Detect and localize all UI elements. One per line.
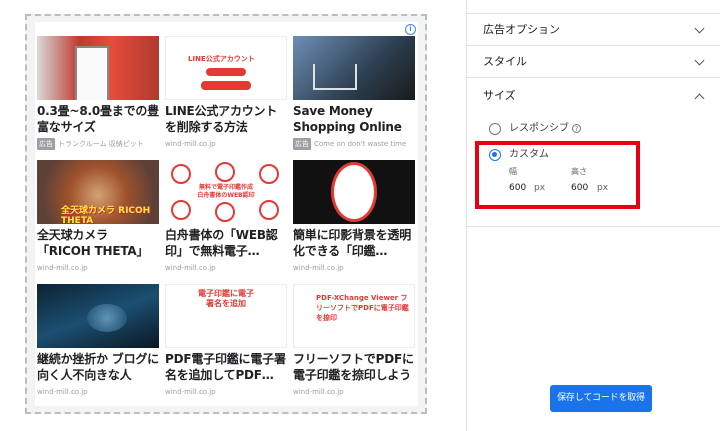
section-style[interactable]: スタイル: [467, 46, 720, 78]
card-thumbnail: LINE公式アカウント: [165, 36, 287, 100]
seal-icon: [259, 164, 279, 184]
ad-frame: i 0.3畳~8.0畳までの豊富なサイズ 広告 トランクルーム 収納ピット LIN…: [25, 14, 427, 414]
card-source: wind-mill.co.jp: [165, 140, 216, 148]
chevron-up-icon[interactable]: [694, 93, 705, 104]
help-icon[interactable]: ?: [572, 124, 581, 133]
ad-badge: 広告: [293, 138, 311, 150]
ad-card[interactable]: 無料で電子印鑑作成 白舟書体のWEB認印 白舟書体の「WEB認印」で無料電子… …: [165, 160, 287, 274]
thumb-decoration: [201, 81, 251, 90]
section-ad-options[interactable]: 広告オプション: [467, 14, 720, 46]
ad-card[interactable]: 継続か挫折か ブログに向く人不向きな人 wind-mill.co.jp: [37, 284, 159, 398]
card-title: 0.3畳~8.0畳までの豊富なサイズ: [37, 104, 159, 134]
highlight-box: [475, 141, 640, 209]
card-title: PDF電子印鑑に電子署名を追加してPDF…: [165, 352, 286, 382]
seal-icon: [215, 202, 235, 222]
card-title: 白舟書体の「WEB認印」で無料電子…: [165, 228, 278, 258]
radio-responsive[interactable]: [489, 122, 501, 135]
card-title: Save Money Shopping Online: [293, 104, 402, 134]
card-source: wind-mill.co.jp: [165, 264, 216, 272]
seal-icon: [215, 162, 235, 182]
ad-card[interactable]: 全天球カメラ RICOH THETA 全天球カメラ「RICOH THETA」画像…: [37, 160, 159, 274]
adchoices-icon[interactable]: i: [405, 24, 416, 35]
ad-badge: 広告: [37, 138, 55, 150]
card-title: フリーソフトでPDFに電子印鑑を捺印しよう: [293, 352, 414, 382]
card-source: 広告 Come on don't waste time: [293, 138, 407, 150]
card-title: LINE公式アカウントを削除する方法: [165, 104, 278, 134]
thumb-text: 無料で電子印鑑作成 白舟書体のWEB認印: [197, 184, 255, 199]
ad-card[interactable]: Save Money Shopping Online 広告 Come on don…: [293, 36, 415, 150]
card-source: wind-mill.co.jp: [293, 264, 344, 272]
card-source: wind-mill.co.jp: [37, 388, 88, 396]
ad-card[interactable]: 0.3畳~8.0畳までの豊富なサイズ 広告 トランクルーム 収納ピット: [37, 36, 159, 150]
thumb-text: 電子印鑑に電子署名を追加: [198, 289, 254, 308]
seal-icon: [171, 200, 191, 220]
card-thumbnail: [37, 284, 159, 348]
section-label: 広告オプション: [483, 22, 560, 36]
section-label: スタイル: [483, 54, 527, 68]
card-thumbnail: 電子印鑑に電子署名を追加: [165, 284, 287, 348]
thumb-text: LINE公式アカウント: [188, 55, 255, 63]
ad-card[interactable]: PDF-XChange Viewer フリーソフトでPDFに電子印鑑を捺印 フリ…: [293, 284, 415, 398]
thumb-text: 全天球カメラ RICOH THETA: [61, 206, 151, 224]
chevron-down-icon[interactable]: [694, 55, 705, 66]
chevron-down-icon[interactable]: [694, 23, 705, 34]
card-thumbnail: 無料で電子印鑑作成 白舟書体のWEB認印: [165, 160, 287, 224]
section-size[interactable]: サイズ: [467, 80, 720, 112]
card-thumbnail: PDF-XChange Viewer フリーソフトでPDFに電子印鑑を捺印: [293, 284, 415, 348]
ad-unit: i 0.3畳~8.0畳までの豊富なサイズ 広告 トランクルーム 収納ピット LIN…: [35, 22, 418, 406]
save-and-get-code-button[interactable]: 保存してコードを取得: [550, 385, 652, 412]
section-label: サイズ: [483, 89, 516, 102]
settings-panel: 広告オプション スタイル サイズ レスポンシブ ? カスタム 幅 高さ 600 …: [466, 0, 720, 431]
ad-card[interactable]: 簡単に印影背景を透明化できる「印鑑… wind-mill.co.jp: [293, 160, 415, 274]
card-source: 広告 トランクルーム 収納ピット: [37, 138, 144, 150]
card-source: wind-mill.co.jp: [165, 388, 216, 396]
card-thumbnail: [293, 36, 415, 100]
ad-preview-area: i 0.3畳~8.0畳までの豊富なサイズ 広告 トランクルーム 収納ピット LIN…: [0, 0, 466, 431]
seal-icon: [259, 200, 279, 220]
radio-label: レスポンシブ: [509, 123, 569, 134]
seal-icon: [331, 162, 377, 222]
panel-top-divider: [467, 0, 720, 14]
card-thumbnail: [293, 160, 415, 224]
thumb-text: PDF-XChange Viewer フリーソフトでPDFに電子印鑑を捺印: [316, 294, 409, 322]
card-title: 簡単に印影背景を透明化できる「印鑑…: [293, 228, 412, 258]
seal-icon: [171, 164, 191, 184]
card-thumbnail: 全天球カメラ RICOH THETA: [37, 160, 159, 224]
card-title: 継続か挫折か ブログに向く人不向きな人: [37, 352, 159, 382]
section-divider: [466, 226, 720, 227]
thumb-decoration: [206, 68, 246, 76]
card-title: 全天球カメラ「RICOH THETA」画像の…: [37, 228, 149, 258]
card-source: wind-mill.co.jp: [37, 264, 88, 272]
size-option-responsive[interactable]: レスポンシブ ?: [489, 122, 581, 135]
card-thumbnail: [37, 36, 159, 100]
ad-card[interactable]: 電子印鑑に電子署名を追加 PDF電子印鑑に電子署名を追加してPDF… wind-…: [165, 284, 287, 398]
card-source: wind-mill.co.jp: [293, 388, 344, 396]
ad-card[interactable]: LINE公式アカウント LINE公式アカウントを削除する方法 wind-mill…: [165, 36, 287, 150]
